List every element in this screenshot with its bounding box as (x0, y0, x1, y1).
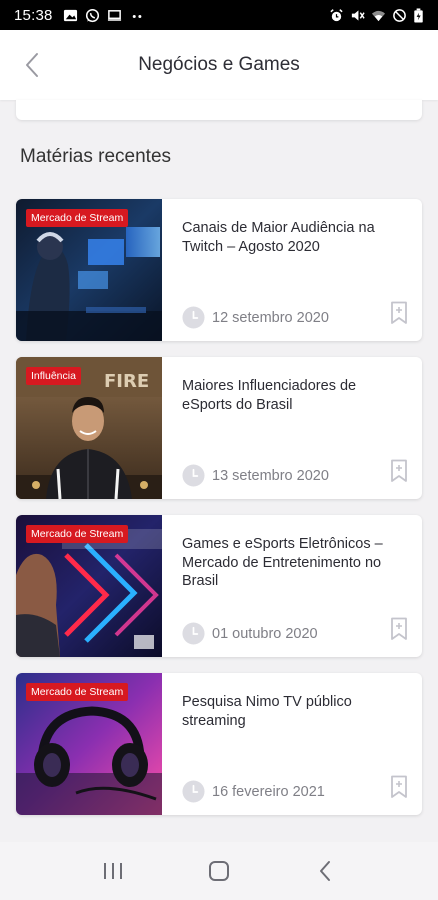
article-meta: 12 setembro 2020 (182, 306, 329, 329)
article-body: Pesquisa Nimo TV público streaming 16 fe… (162, 673, 422, 815)
image-icon (63, 8, 78, 23)
article-date: 01 outubro 2020 (212, 625, 318, 642)
bookmark-icon[interactable] (390, 617, 408, 641)
bookmark-icon[interactable] (390, 775, 408, 799)
article-thumbnail: Mercado de Stream (16, 515, 162, 657)
article-meta: 01 outubro 2020 (182, 622, 318, 645)
article-card[interactable]: Mercado de Stream Games e eSports Eletrô… (16, 515, 422, 657)
article-thumbnail: FIRE Influência (16, 357, 162, 499)
page-title: Negócios e Games (138, 54, 300, 75)
mute-icon (350, 8, 365, 23)
dnd-icon (392, 8, 407, 23)
recent-apps-icon (104, 863, 122, 879)
whatsapp-icon (85, 8, 100, 23)
wifi-icon (371, 8, 386, 23)
previous-card-bottom (16, 100, 422, 120)
article-date: 16 fevereiro 2021 (212, 783, 325, 800)
svg-text:FIRE: FIRE (104, 371, 149, 392)
status-time: 15:38 (14, 6, 53, 24)
category-badge: Mercado de Stream (26, 209, 129, 227)
article-date: 13 setembro 2020 (212, 467, 329, 484)
article-meta: 13 setembro 2020 (182, 464, 329, 487)
clock-icon (182, 780, 205, 803)
chevron-left-icon (26, 53, 38, 77)
section-title: Matérias recentes (20, 146, 172, 167)
category-badge: Mercado de Stream (26, 683, 129, 701)
article-body: Games e eSports Eletrônicos – Mercado de… (162, 515, 422, 657)
home-icon (209, 861, 229, 881)
article-meta: 16 fevereiro 2021 (182, 780, 325, 803)
recent-apps-button[interactable] (98, 856, 128, 886)
bookmark-icon[interactable] (390, 301, 408, 325)
article-thumbnail: Mercado de Stream (16, 199, 162, 341)
article-card[interactable]: FIRE Influência Maiores Influenciadores … (16, 357, 422, 499)
system-nav-bar (0, 842, 438, 900)
app-header: Negócios e Games (0, 30, 438, 100)
article-title[interactable]: Games e eSports Eletrônicos – Mercado de… (182, 535, 404, 591)
article-title[interactable]: Canais de Maior Audiência na Twitch – Ag… (182, 219, 404, 256)
status-left-icons (63, 8, 147, 23)
nav-back-button[interactable] (310, 856, 340, 886)
category-badge: Mercado de Stream (26, 525, 129, 543)
status-bar: 15:38 (0, 0, 438, 30)
article-body: Canais de Maior Audiência na Twitch – Ag… (162, 199, 422, 341)
bookmark-icon[interactable] (390, 459, 408, 483)
status-right-icons (329, 7, 424, 23)
back-button[interactable] (18, 50, 46, 80)
clock-icon (182, 306, 205, 329)
article-body: Maiores Influenciadores de eSports do Br… (162, 357, 422, 499)
clock-icon (182, 622, 205, 645)
clock-icon (182, 464, 205, 487)
category-badge: Influência (26, 367, 81, 385)
article-title[interactable]: Maiores Influenciadores de eSports do Br… (182, 377, 404, 414)
alarm-icon (329, 8, 344, 23)
article-title[interactable]: Pesquisa Nimo TV público streaming (182, 693, 404, 730)
back-icon (320, 861, 330, 881)
battery-icon (413, 7, 424, 23)
article-thumbnail: Mercado de Stream (16, 673, 162, 815)
article-date: 12 setembro 2020 (212, 309, 329, 326)
more-dots-icon (129, 8, 147, 23)
monitor-icon (107, 8, 122, 23)
home-button[interactable] (204, 856, 234, 886)
article-card[interactable]: Mercado de Stream Canais de Maior Audiên… (16, 199, 422, 341)
article-card[interactable]: Mercado de Stream Pesquisa Nimo TV públi… (16, 673, 422, 815)
